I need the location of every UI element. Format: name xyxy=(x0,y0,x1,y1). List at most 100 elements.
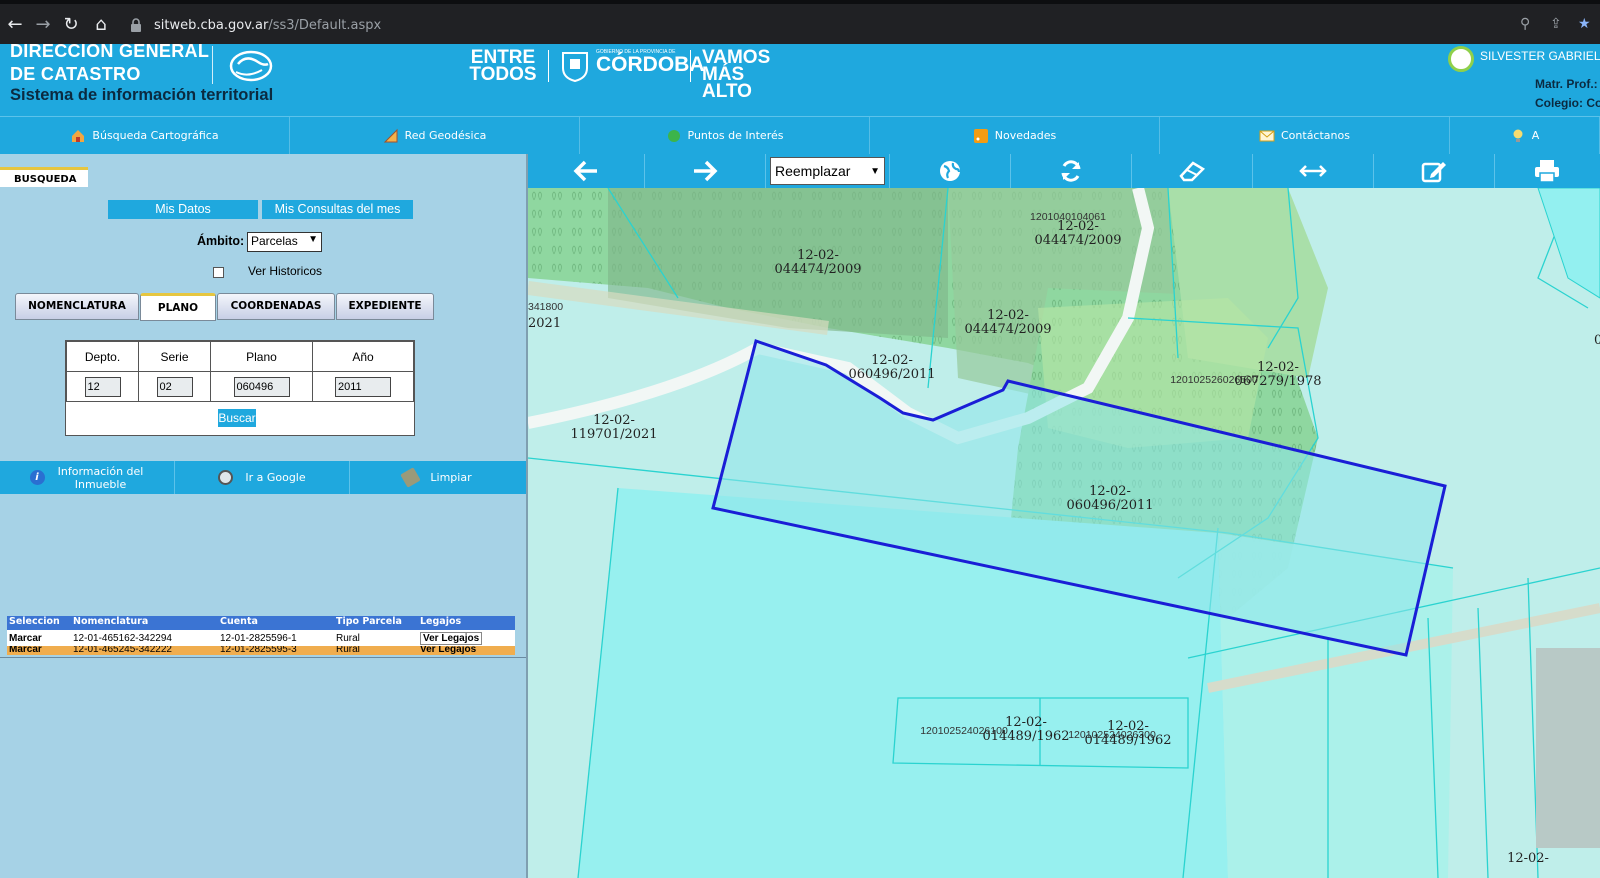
reload-icon[interactable]: ↻ xyxy=(60,14,82,36)
cell-nomenclatura: 12-01-465162-342294 xyxy=(73,632,172,644)
marcar-link[interactable]: Marcar xyxy=(7,646,70,655)
search-panel: BUSQUEDA Mis Datos Mis Consultas del mes… xyxy=(0,154,528,878)
mode-select[interactable]: Reemplazar ▼ xyxy=(769,157,885,185)
serie-input[interactable]: 02 xyxy=(156,376,193,397)
back-button[interactable] xyxy=(528,154,646,188)
ver-legajos-button[interactable]: Ver Legajos xyxy=(420,646,515,655)
matr-label: Matr. Prof.: xyxy=(1535,77,1598,91)
nav-red-geodesica[interactable]: Red Geodésica xyxy=(290,117,580,154)
table-row[interactable]: Marcar 12-01-465245-342222 12-01-2825595… xyxy=(7,646,515,655)
parcel-label: 044474/2009 xyxy=(1034,233,1121,248)
cell-tipo: Rural xyxy=(336,632,360,644)
plano-form: Depto. Serie Plano Año 12 02 060496 2011… xyxy=(65,340,415,436)
limpiar-button[interactable]: Limpiar xyxy=(350,461,525,494)
parcel-label: 014489/1962 xyxy=(1084,733,1171,748)
ambito-select[interactable]: Parcelas ▼ xyxy=(247,232,322,252)
action-label: Ir a Google xyxy=(245,471,306,484)
parcel-label: 12-02- xyxy=(1257,360,1299,375)
catastro-logo-icon xyxy=(229,50,273,82)
refresh-button[interactable] xyxy=(1011,154,1132,188)
globe-icon xyxy=(939,161,961,181)
mis-consultas-button[interactable]: Mis Consultas del mes xyxy=(262,200,413,219)
header-subtitle: Sistema de información territorial xyxy=(10,86,274,104)
address-bar[interactable]: sitweb.cba.gov.ar/ss3/Default.aspx xyxy=(120,12,1540,40)
col-cuenta: Cuenta xyxy=(220,616,258,627)
parcel-label: 044474/2009 xyxy=(964,322,1051,337)
tab-expediente[interactable]: EXPEDIENTE xyxy=(336,293,434,320)
ver-historicos-label: Ver Historicos xyxy=(248,264,323,278)
ruler-icon xyxy=(383,128,398,142)
ambito-label: Ámbito: xyxy=(197,234,245,248)
chevron-down-icon: ▼ xyxy=(870,165,880,177)
lock-icon xyxy=(131,18,141,32)
col-tipo-parcela: Tipo Parcela xyxy=(336,616,402,627)
plano-input[interactable]: 060496 xyxy=(233,376,290,397)
cell-plano: 060496 xyxy=(210,371,313,402)
browser-chrome: ← → ↻ ⌂ sitweb.cba.gov.ar/ss3/Default.as… xyxy=(0,0,1600,44)
edit-button[interactable] xyxy=(1374,154,1495,188)
parcel-label: 060496/2011 xyxy=(848,367,935,382)
share-icon[interactable]: ⇪ xyxy=(1550,16,1562,32)
zoom-icon[interactable]: ⚲ xyxy=(1520,16,1530,32)
parcel-label: 119701/2021 xyxy=(570,427,657,442)
measure-button[interactable] xyxy=(1253,154,1374,188)
print-icon xyxy=(1535,160,1560,183)
back-icon[interactable]: ← xyxy=(4,14,26,36)
lightbulb-icon xyxy=(1513,129,1523,142)
globe-button[interactable] xyxy=(890,154,1011,188)
nav-label: Novedades xyxy=(994,129,1057,142)
parcel-label: 044474/2009 xyxy=(774,262,861,277)
anio-input[interactable]: 2011 xyxy=(335,376,391,397)
ver-legajos-button[interactable]: Ver Legajos xyxy=(420,631,483,645)
eraser-button[interactable] xyxy=(1132,154,1253,188)
ir-a-google-button[interactable]: Ir a Google xyxy=(175,461,350,494)
search-subtabs: NOMENCLATURA PLANO COORDENADAS EXPEDIENT… xyxy=(15,293,435,321)
parcel-label: 014489/1962 xyxy=(982,729,1069,744)
user-name[interactable]: SILVESTER GABRIEL GU xyxy=(1480,49,1600,63)
envelope-icon xyxy=(1259,130,1275,141)
tab-busqueda[interactable]: BUSQUEDA xyxy=(0,167,88,187)
home-browser-icon[interactable]: ⌂ xyxy=(90,14,112,36)
google-icon xyxy=(218,470,234,485)
ver-historicos-checkbox[interactable] xyxy=(213,267,224,278)
tab-coordenadas[interactable]: COORDENADAS xyxy=(217,293,335,320)
mis-datos-button[interactable]: Mis Datos xyxy=(108,200,258,219)
map-canvas[interactable]: 12-02- 044474/2009 1201040104061 12-02- … xyxy=(528,188,1600,878)
map-svg[interactable]: 12-02- 044474/2009 1201040104061 12-02- … xyxy=(528,188,1600,878)
brand-separator xyxy=(690,50,691,82)
info-inmueble-button[interactable]: i Información del Inmueble xyxy=(0,461,175,494)
parcel-label: 12-02- xyxy=(1089,484,1131,499)
arrow-right-icon xyxy=(694,160,718,182)
star-icon[interactable]: ★ xyxy=(1578,16,1591,32)
depto-input[interactable]: 12 xyxy=(84,376,121,397)
nav-busqueda-cartografica[interactable]: Búsqueda Cartográfica xyxy=(0,117,290,154)
nav-novedades[interactable]: Novedades xyxy=(870,117,1160,154)
nav-label: Puntos de Interés xyxy=(687,129,784,142)
forward-icon[interactable]: → xyxy=(32,14,54,36)
forward-button[interactable] xyxy=(645,154,766,188)
header-divider xyxy=(212,46,213,84)
nav-puntos-de-interes[interactable]: Puntos de Interés xyxy=(580,117,870,154)
print-button[interactable] xyxy=(1495,154,1600,188)
header-anio: Año xyxy=(312,341,414,372)
nav-contactanos[interactable]: Contáctanos xyxy=(1160,117,1450,154)
action-label: Limpiar xyxy=(430,471,472,484)
user-avatar-icon[interactable] xyxy=(1448,46,1474,72)
nav-ayuda[interactable]: A xyxy=(1450,117,1600,154)
buscar-button[interactable]: Buscar xyxy=(218,409,256,427)
tab-plano[interactable]: PLANO xyxy=(140,293,216,321)
table-row[interactable]: Marcar 12-01-465162-342294 12-01-2825596… xyxy=(7,630,515,646)
map-toolbar: Reemplazar ▼ xyxy=(528,154,1600,188)
home-icon xyxy=(72,129,85,142)
cell-anio: 2011 xyxy=(312,371,414,402)
nav-label: Red Geodésica xyxy=(404,129,487,142)
header-title-line1: DIRECCION GENERAL xyxy=(10,44,210,61)
tab-nomenclatura[interactable]: NOMENCLATURA xyxy=(15,293,139,320)
colegio-label: Colegio: Co xyxy=(1535,96,1600,110)
marcar-link[interactable]: Marcar xyxy=(7,633,70,644)
header-plano: Plano xyxy=(210,341,313,372)
cell-depto: 12 xyxy=(66,371,139,402)
nav-label: Contáctanos xyxy=(1281,129,1350,142)
parcel-label: 12-02- xyxy=(1107,719,1149,734)
parcel-label: 060496/2011 xyxy=(1066,498,1153,513)
